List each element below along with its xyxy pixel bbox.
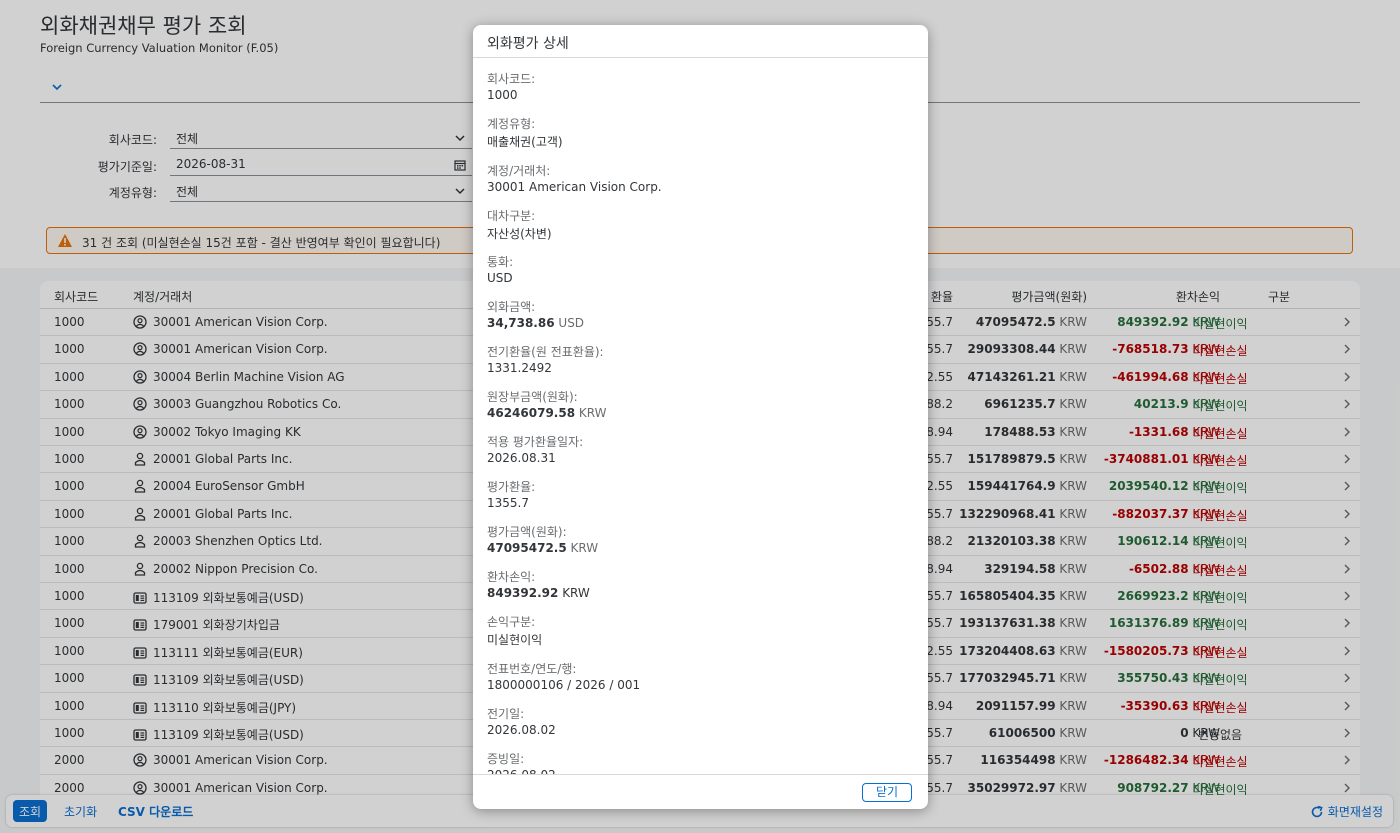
detail-field: 환차손익: 849392.92 KRW [487,568,907,600]
valuation-detail-dialog: 외화평가 상세 회사코드: 1000 계정유형: 매출채권(고객) 계정/거래처: 300… [473,25,928,809]
field-value: 46246079.58 [487,406,576,420]
detail-field: 증빙일:2026.08.02 [487,750,907,774]
field-value-line: 849392.92 KRW [487,586,907,600]
field-label: 전기환율(원 전표환율): [487,345,604,359]
field-unit: USD [558,316,585,330]
field-label: 손익구분: [487,615,536,629]
field-label: 회사코드: [487,72,536,86]
field-value-line: 1000 [487,88,907,102]
detail-field: 손익구분: 미실현이익 [487,613,907,648]
field-value-line: 2026.08.31 [487,451,907,465]
field-value: 47095472.5 [487,541,567,555]
field-label: 평가금액(원화): [487,525,567,539]
dialog-footer-divider [473,774,928,775]
detail-field: 적용 평가환율일자: 2026.08.31 [487,433,907,465]
dialog-title: 외화평가 상세 [487,36,569,52]
field-value: 미실현이익 [487,633,543,647]
detail-field: 외화금액: 34,738.86 USD [487,298,907,330]
detail-field: 통화: USD [487,253,907,285]
field-value: 1355.7 [487,496,529,510]
field-unit: KRW [562,586,590,600]
detail-field: 원장부금액(원화): 46246079.58 KRW [487,388,907,420]
field-label: 적용 평가환율일자: [487,435,584,449]
field-value: 자산성(차변) [487,227,552,241]
field-label: 대차구분: [487,209,536,223]
field-value-line: 자산성(차변) [487,225,907,242]
field-value: 2026.08.31 [487,451,556,465]
field-value-line: 2026.08.02 [487,723,907,737]
field-value-line: 47095472.5 KRW [487,541,907,555]
detail-field: 대차구분: 자산성(차변) [487,207,907,242]
field-value-line: 매출채권(고객) [487,133,907,150]
detail-field: 계정/거래처: 30001 American Vision Corp. [487,162,907,194]
field-label: 외화금액: [487,300,536,314]
field-value: 849392.92 [487,586,559,600]
detail-field: 계정유형: 매출채권(고객) [487,115,907,150]
field-value: 1800000106 / 2026 / 001 [487,678,641,692]
field-value-line: 46246079.58 KRW [487,406,907,420]
field-value-line: 1800000106 / 2026 / 001 [487,678,907,692]
field-label: 계정/거래처: [487,164,551,178]
field-label: 평가환율: [487,480,536,494]
field-label: 환차손익: [487,570,536,584]
field-value-line: USD [487,271,907,285]
detail-field: 전기환율(원 전표환율): 1331.2492 [487,343,907,375]
field-value: 2026.08.02 [487,723,556,737]
field-value: USD [487,271,513,285]
detail-field: 평가환율: 1355.7 [487,478,907,510]
field-value: 1331.2492 [487,361,552,375]
field-label: 전기일: [487,707,525,721]
close-button[interactable]: 닫기 [862,783,912,802]
field-value-line: 34,738.86 USD [487,316,907,330]
field-value: 34,738.86 [487,316,555,330]
dialog-body[interactable]: 회사코드: 1000 계정유형: 매출채권(고객) 계정/거래처: 30001 Ameri… [473,58,928,774]
field-label: 전표번호/연도/행: [487,662,577,676]
field-unit: KRW [578,406,607,420]
field-label: 계정유형: [487,117,536,131]
field-value-line: 30001 American Vision Corp. [487,180,907,194]
field-value-line: 1331.2492 [487,361,907,375]
field-value: 매출채권(고객) [487,135,563,149]
detail-field: 회사코드: 1000 [487,70,907,102]
field-value-line: 1355.7 [487,496,907,510]
field-label: 통화: [487,255,514,269]
field-label: 원장부금액(원화): [487,390,578,404]
field-value: 30001 American Vision Corp. [487,180,662,194]
detail-field: 전기일: 2026.08.02 [487,705,907,737]
field-unit: KRW [570,541,599,555]
detail-field: 평가금액(원화): 47095472.5 KRW [487,523,907,555]
field-value-line: 미실현이익 [487,631,907,648]
field-value: 1000 [487,88,518,102]
detail-field: 전표번호/연도/행: 1800000106 / 2026 / 001 [487,660,907,692]
field-label: 증빙일: [487,752,525,766]
